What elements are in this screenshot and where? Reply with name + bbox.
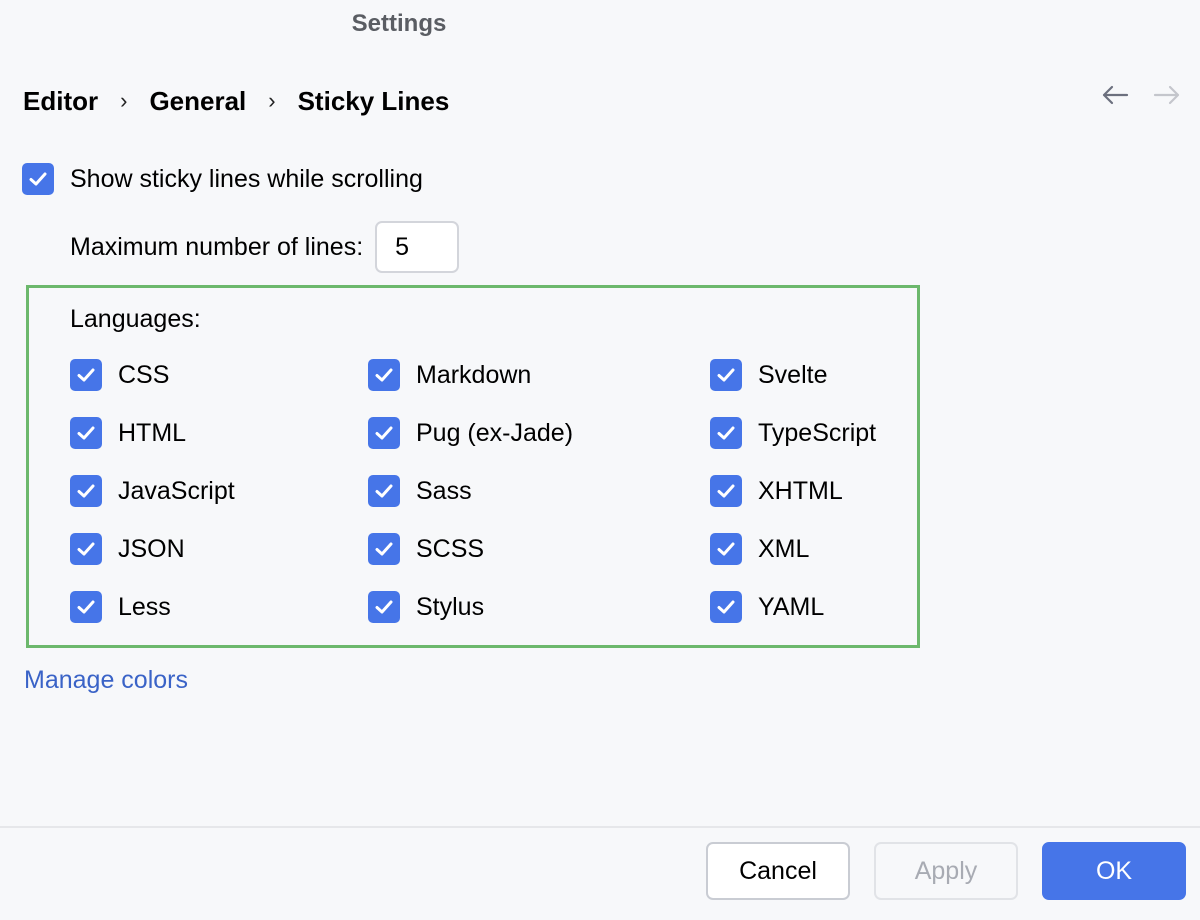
- language-checkbox-xml[interactable]: XML: [710, 533, 876, 565]
- checkbox-checked[interactable]: [70, 475, 102, 507]
- languages-column: CSS HTML JavaScript JSON Less: [70, 359, 235, 623]
- checkmark-icon: [717, 600, 735, 614]
- checkmark-icon: [77, 368, 95, 382]
- language-checkbox-css[interactable]: CSS: [70, 359, 235, 391]
- checkmark-icon: [717, 426, 735, 440]
- checkmark-icon: [77, 426, 95, 440]
- ok-button[interactable]: OK: [1042, 842, 1186, 900]
- breadcrumb-item-sticky-lines: Sticky Lines: [297, 86, 450, 116]
- breadcrumb-separator: ›: [120, 87, 128, 113]
- breadcrumb: Editor › General › Sticky Lines: [23, 86, 449, 117]
- language-label: JavaScript: [118, 476, 235, 505]
- checkbox-checked[interactable]: [710, 533, 742, 565]
- language-checkbox-stylus[interactable]: Stylus: [368, 591, 573, 623]
- languages-column: Markdown Pug (ex-Jade) Sass SCSS Stylus: [368, 359, 573, 623]
- language-label: Markdown: [416, 360, 532, 389]
- forward-button[interactable]: [1152, 80, 1182, 110]
- languages-label: Languages:: [70, 305, 201, 333]
- language-checkbox-sass[interactable]: Sass: [368, 475, 573, 507]
- checkbox-checked[interactable]: [710, 475, 742, 507]
- max-lines-input[interactable]: [375, 221, 460, 273]
- language-label: XML: [758, 534, 810, 563]
- checkbox-checked[interactable]: [368, 359, 400, 391]
- language-checkbox-html[interactable]: HTML: [70, 417, 235, 449]
- checkbox-checked[interactable]: [70, 591, 102, 623]
- language-checkbox-less[interactable]: Less: [70, 591, 235, 623]
- checkbox-checked[interactable]: [368, 417, 400, 449]
- languages-column: Svelte TypeScript XHTML XML YAML: [710, 359, 876, 623]
- apply-button[interactable]: Apply: [874, 842, 1018, 900]
- checkbox-checked[interactable]: [368, 475, 400, 507]
- checkbox-checked[interactable]: [22, 163, 54, 195]
- checkbox-checked[interactable]: [710, 591, 742, 623]
- language-label: Sass: [416, 476, 472, 505]
- language-checkbox-xhtml[interactable]: XHTML: [710, 475, 876, 507]
- checkmark-icon: [375, 368, 393, 382]
- language-label: Pug (ex-Jade): [416, 418, 574, 447]
- checkbox-checked[interactable]: [710, 417, 742, 449]
- languages-group: Languages: CSS HTML JavaScript JSON Less…: [26, 285, 920, 648]
- language-label: YAML: [758, 592, 825, 621]
- manage-colors-link[interactable]: Manage colors: [24, 666, 188, 695]
- checkbox-checked[interactable]: [368, 591, 400, 623]
- back-button[interactable]: [1100, 80, 1130, 110]
- footer-divider: [0, 826, 1200, 828]
- show-sticky-lines-checkbox[interactable]: Show sticky lines while scrolling: [22, 163, 423, 195]
- language-label: Less: [118, 592, 171, 621]
- checkbox-checked[interactable]: [710, 359, 742, 391]
- breadcrumb-separator: ›: [268, 87, 276, 113]
- breadcrumb-item-general[interactable]: General: [149, 86, 246, 117]
- checkmark-icon: [375, 600, 393, 614]
- navigation-arrows: [1100, 80, 1182, 110]
- language-checkbox-svelte[interactable]: Svelte: [710, 359, 876, 391]
- language-label: JSON: [118, 534, 185, 563]
- checkmark-icon: [375, 426, 393, 440]
- checkbox-checked[interactable]: [368, 533, 400, 565]
- arrow-left-icon: [1102, 85, 1129, 105]
- checkmark-icon: [717, 368, 735, 382]
- arrow-right-icon: [1153, 85, 1180, 105]
- checkmark-icon: [77, 542, 95, 556]
- language-checkbox-typescript[interactable]: TypeScript: [710, 417, 876, 449]
- checkbox-checked[interactable]: [70, 533, 102, 565]
- checkmark-icon: [717, 542, 735, 556]
- max-lines-row: Maximum number of lines:: [70, 221, 460, 273]
- dialog-title: Settings: [351, 10, 447, 37]
- language-checkbox-pug[interactable]: Pug (ex-Jade): [368, 417, 573, 449]
- language-label: HTML: [118, 418, 187, 447]
- language-label: Svelte: [758, 360, 828, 389]
- language-label: CSS: [118, 360, 170, 389]
- checkmark-icon: [375, 484, 393, 498]
- checkbox-checked[interactable]: [70, 359, 102, 391]
- language-checkbox-markdown[interactable]: Markdown: [368, 359, 573, 391]
- language-label: Stylus: [416, 592, 485, 621]
- checkmark-icon: [77, 600, 95, 614]
- show-sticky-lines-label: Show sticky lines while scrolling: [70, 164, 423, 193]
- checkmark-icon: [77, 484, 95, 498]
- language-label: TypeScript: [758, 418, 877, 447]
- language-checkbox-scss[interactable]: SCSS: [368, 533, 573, 565]
- breadcrumb-item-editor[interactable]: Editor: [23, 86, 98, 117]
- language-label: XHTML: [758, 476, 843, 505]
- checkmark-icon: [29, 172, 47, 186]
- language-label: SCSS: [416, 534, 485, 563]
- checkbox-checked[interactable]: [70, 417, 102, 449]
- checkmark-icon: [717, 484, 735, 498]
- language-checkbox-yaml[interactable]: YAML: [710, 591, 876, 623]
- max-lines-label: Maximum number of lines:: [70, 232, 364, 261]
- language-checkbox-javascript[interactable]: JavaScript: [70, 475, 235, 507]
- checkmark-icon: [375, 542, 393, 556]
- language-checkbox-json[interactable]: JSON: [70, 533, 235, 565]
- cancel-button[interactable]: Cancel: [706, 842, 850, 900]
